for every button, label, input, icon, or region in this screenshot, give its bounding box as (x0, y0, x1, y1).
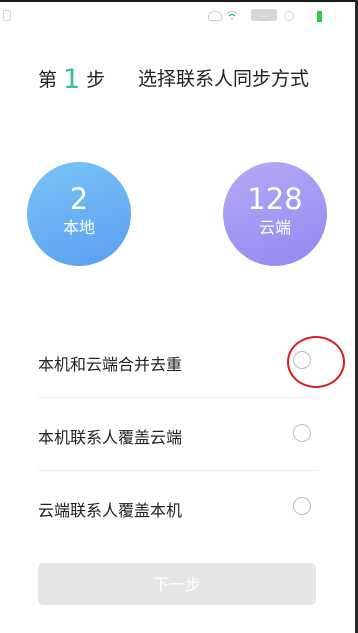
battery-icon (317, 11, 322, 22)
notification-icon (3, 10, 11, 21)
wifi-icon (226, 10, 238, 20)
option-label: 本机和云端合并去重 (38, 355, 183, 374)
step-prefix: 第 (38, 69, 58, 91)
signal-icon: ... (251, 9, 277, 21)
sync-options-list: 本机和云端合并去重 本机联系人覆盖云端 云端联系人覆盖本机 (38, 325, 318, 543)
step-indicator: 第1步 (38, 62, 106, 95)
sync-method-title: 选择联系人同步方式 (138, 68, 310, 90)
red-annotation-circle (287, 336, 345, 388)
local-contacts-label: 本地 (62, 218, 95, 237)
option-merge-dedupe[interactable]: 本机和云端合并去重 (38, 325, 318, 398)
cloud-icon (208, 11, 222, 21)
page-title: 第1步 选择联系人同步方式 (38, 56, 338, 96)
option-label: 云端联系人覆盖本机 (38, 501, 183, 520)
radio-button[interactable] (293, 497, 311, 515)
next-step-button[interactable]: 下一步 (38, 563, 316, 605)
cloud-contacts-count: 128 (247, 182, 303, 216)
option-local-overwrite-cloud[interactable]: 本机联系人覆盖云端 (38, 398, 318, 471)
radio-button[interactable] (293, 424, 311, 442)
cloud-contacts-circle: 128 云端 (223, 162, 327, 266)
step-number: 1 (63, 64, 81, 95)
step-suffix: 步 (86, 69, 106, 91)
local-contacts-circle: 2 本地 (27, 162, 131, 266)
option-cloud-overwrite-local[interactable]: 云端联系人覆盖本机 (38, 471, 318, 543)
status-bar: ... (0, 2, 355, 28)
search-icon (284, 11, 294, 21)
local-contacts-count: 2 (69, 182, 89, 216)
cloud-contacts-label: 云端 (258, 218, 291, 237)
option-label: 本机联系人覆盖云端 (38, 428, 183, 447)
